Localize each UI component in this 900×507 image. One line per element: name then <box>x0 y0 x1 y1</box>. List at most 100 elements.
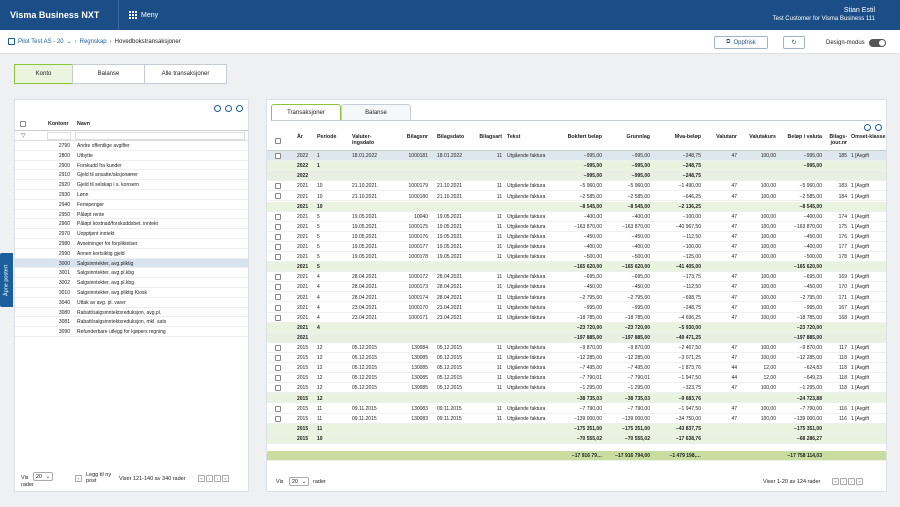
table-row[interactable]: 2022 1 18.01.2022 1000181 18.01.2022 11 Utgåen… <box>267 151 886 162</box>
row-checkbox[interactable] <box>275 365 281 372</box>
row-checkbox[interactable] <box>275 213 281 220</box>
subtotal-row[interactable]: 2015 12 −38 735,03 −38 735,03 −9 683,76 −24 7… <box>267 393 886 404</box>
table-row[interactable]: 2015 11 09.11.2015 130083 09.11.2015 11 Utgåen… <box>267 414 886 424</box>
column-header-period[interactable]: Periode <box>317 134 345 140</box>
column-header-voucher-type[interactable]: Bilagsart <box>472 134 502 140</box>
first-page-icon[interactable]: « <box>832 478 839 485</box>
subtotal-row[interactable]: 2022 −995,00 −995,00 −248,75 <box>267 171 886 182</box>
table-row[interactable]: 3002 Salgsinntekter, avg.pl.kbg <box>15 278 248 288</box>
table-row[interactable]: 2910 Gjeld til ansatte/aksjonærer <box>15 170 248 181</box>
table-row[interactable]: 3010 Salgsinntekter, avg.pliktig Kiosk <box>15 288 248 298</box>
last-page-icon[interactable]: » <box>222 475 229 482</box>
table-row[interactable]: 3001 Salgsinntekter, avg.pl.kbg <box>15 268 248 279</box>
table-row[interactable]: 3000 Salgsinntekter, avg.pliktig <box>15 258 248 269</box>
user-info[interactable]: Stian Estil Test Customer for Visma Busi… <box>773 6 875 24</box>
table-row[interactable]: 2930 Lønn <box>15 190 248 200</box>
column-header-basis[interactable]: Grunnlag <box>605 134 650 140</box>
breadcrumb-company[interactable]: Pilot Test AS - 20 <box>18 39 64 45</box>
table-row[interactable]: 2970 Uopptjent inntekt <box>15 229 248 239</box>
column-header-vat-amount[interactable]: Mva-beløp <box>653 134 701 140</box>
column-header-voucher-date[interactable]: Bilagsdato <box>437 134 472 140</box>
settings-icon[interactable] <box>875 124 882 131</box>
table-row[interactable]: 3081 Rabatt/salgsinntektsreduksjon, mkl. … <box>15 317 248 328</box>
filter-input-number[interactable] <box>47 132 71 140</box>
settings-icon[interactable] <box>225 105 232 112</box>
tab-konto[interactable]: Konto <box>14 64 73 84</box>
tab-alle-transaksjoner[interactable]: Alle transaksjoner <box>144 64 227 84</box>
row-checkbox[interactable] <box>275 405 281 412</box>
search-icon[interactable] <box>214 105 221 112</box>
row-checkbox[interactable] <box>275 254 281 260</box>
row-checkbox[interactable] <box>275 385 281 392</box>
table-row[interactable]: 2015 12 05.12.2015 130085 05.12.2015 11 Utgåen… <box>267 383 886 394</box>
refresh-open-button[interactable]: ⧉ Oppfrisk <box>714 36 768 49</box>
subtotal-row[interactable]: 2015 10 −70 555,02 −70 555,02 −17 638,76 −68 … <box>267 433 886 444</box>
row-checkbox[interactable] <box>275 314 281 321</box>
table-row[interactable]: 2015 12 05.12.2015 130085 05.12.2015 11 Utgåen… <box>267 363 886 374</box>
row-checkbox[interactable] <box>275 183 281 190</box>
select-all-checkbox[interactable] <box>275 138 281 144</box>
column-header-number[interactable]: Kontonr <box>48 121 69 127</box>
table-row[interactable]: 3090 Refunderbare utlegg for kjøpers regn… <box>15 327 248 337</box>
row-checkbox[interactable] <box>275 233 281 240</box>
table-row[interactable]: 2021 5 19.05.2021 1000176 19.05.2021 11 Utgåen… <box>267 232 886 242</box>
column-header-text[interactable]: Tekst <box>507 134 557 140</box>
tab-transaksjoner[interactable]: Transaksjoner <box>271 104 341 120</box>
table-row[interactable]: 2980 Avsetninger for forpliktelser <box>15 239 248 249</box>
table-row[interactable]: 2021 5 19.05.2021 1000177 19.05.2021 11 Utgåen… <box>267 242 886 252</box>
column-header-exchange-rate[interactable]: Valutakurs <box>741 134 776 140</box>
subtotal-row[interactable]: 2021 5 −165 620,00 −165 620,00 −41 405,00 −16… <box>267 262 886 273</box>
table-row[interactable]: 2021 10 21.10.2021 1000180 21.10.2021 11 Utgåe… <box>267 191 886 202</box>
table-row[interactable]: 2021 4 28.04.2021 1000172 28.04.2021 11 Utgåen… <box>267 272 886 283</box>
column-header-posted-amount[interactable]: Bokført beløp <box>560 134 602 140</box>
table-row[interactable]: 2800 Utbytte <box>15 151 248 161</box>
row-checkbox[interactable] <box>275 274 281 281</box>
filter-input-name[interactable] <box>75 132 245 140</box>
row-checkbox[interactable] <box>275 344 281 351</box>
add-row-label[interactable]: Legg til ny post <box>86 472 118 484</box>
table-row[interactable]: 2950 Påløpt rente <box>15 210 248 220</box>
column-header-currency-no[interactable]: Valutanr <box>705 134 737 140</box>
table-row[interactable]: 2021 5 19.05.2021 1000178 19.05.2021 11 Utgåen… <box>267 252 886 263</box>
table-row[interactable]: 2960 Påløpt kostnad/forskuddsbet. inntekt <box>15 219 248 230</box>
subtotal-row[interactable]: 2015 11 −175 351,00 −175 351,00 −43 837,75 −1… <box>267 423 886 434</box>
first-page-icon[interactable]: « <box>198 475 205 482</box>
table-row[interactable]: 3040 Uttak av avg. pl. varer <box>15 298 248 308</box>
info-icon[interactable] <box>236 105 243 112</box>
table-row[interactable]: 2990 Annen kortsiktig gjeld <box>15 249 248 259</box>
tab-balanse-detail[interactable]: Balanse <box>341 104 411 120</box>
row-checkbox[interactable] <box>275 294 281 301</box>
table-row[interactable]: 2021 4 23.04.2021 1000171 23.04.2021 11 Utgåen… <box>267 313 886 323</box>
table-row[interactable]: 2021 5 19.05.2021 10040 19.05.2021 11 Utgående… <box>267 212 886 222</box>
row-checkbox[interactable] <box>275 355 281 361</box>
table-row[interactable]: 2021 4 28.04.2021 1000174 28.04.2021 11 Utgåen… <box>267 292 886 303</box>
table-row[interactable]: 2021 4 28.04.2021 1000173 28.04.2021 11 Utgåen… <box>267 282 886 293</box>
last-page-icon[interactable]: » <box>856 478 863 485</box>
row-checkbox[interactable] <box>275 223 281 230</box>
tab-balanse[interactable]: Balanse <box>72 64 145 84</box>
prev-page-icon[interactable]: ‹ <box>840 478 847 485</box>
search-icon[interactable] <box>864 124 871 131</box>
design-mode-toggle[interactable] <box>868 39 886 47</box>
table-row[interactable]: 2021 5 19.05.2021 1000175 19.05.2021 11 Utgåen… <box>267 222 886 232</box>
table-row[interactable]: 2920 Gjeld til selskap i s. konsern <box>15 180 248 190</box>
filter-icon[interactable]: ▽ <box>21 132 26 139</box>
table-row[interactable]: 2015 12 05.12.2015 130085 05.12.2015 11 Utgåen… <box>267 373 886 384</box>
column-header-year[interactable]: År <box>297 134 311 140</box>
next-page-icon[interactable]: › <box>848 478 855 485</box>
table-row[interactable]: 3080 Rabatt/salgsinntektsreduksjon, avg.p… <box>15 308 248 318</box>
column-header-voucher-no[interactable]: Bilagsnr <box>398 134 428 140</box>
row-checkbox[interactable] <box>275 243 281 250</box>
row-checkbox[interactable] <box>275 284 281 291</box>
add-row-icon[interactable]: + <box>75 475 82 482</box>
subtotal-row[interactable]: 2021 −197 885,00 −197 885,00 −49 471,25 −197… <box>267 332 886 343</box>
table-row[interactable]: 2940 Feriepenger <box>15 200 248 210</box>
breadcrumb-accounting[interactable]: Regnskap <box>80 39 107 45</box>
column-header-currency-amount[interactable]: Beløp i valuta <box>779 134 822 140</box>
table-row[interactable]: 2021 4 23.04.2021 1000170 23.04.2021 11 Utgåen… <box>267 303 886 313</box>
refresh-button[interactable]: ↻ <box>783 36 805 49</box>
row-checkbox[interactable] <box>275 415 281 422</box>
next-page-icon[interactable]: › <box>214 475 221 482</box>
page-size-select[interactable]: 20 ⌄ <box>289 477 309 486</box>
table-row[interactable]: 2015 12 05.12.2015 130084 05.12.2015 11 Utgåen… <box>267 343 886 353</box>
